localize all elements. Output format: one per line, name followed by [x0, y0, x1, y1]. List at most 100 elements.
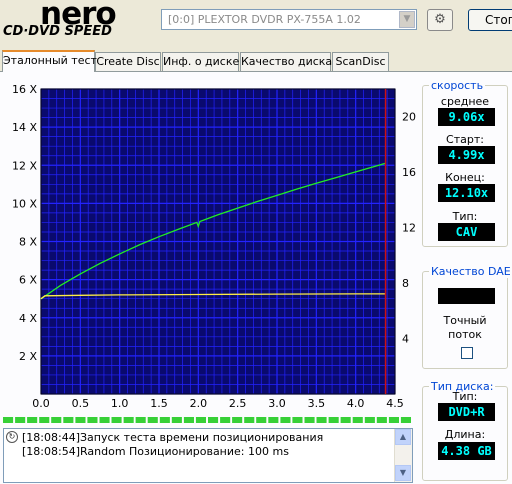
- y-left-tick-label: 14 X: [12, 121, 37, 134]
- x-tick-label: 2.5: [229, 397, 247, 410]
- accurate-stream-label-1: Точный: [443, 314, 487, 327]
- x-tick-label: 3.0: [268, 397, 286, 410]
- scroll-up-icon[interactable]: ▲: [395, 429, 411, 445]
- disc-type-value: DVD+R: [438, 403, 495, 421]
- progress-segment: [280, 417, 291, 423]
- y-right-tick-label: 8: [402, 277, 409, 290]
- progress-segment: [111, 417, 122, 423]
- progress-segment: [316, 417, 327, 423]
- y-left-tick-label: 12 X: [12, 159, 37, 172]
- progress-segment: [159, 417, 170, 423]
- start-label: Старт:: [446, 133, 484, 146]
- progress-segment: [87, 417, 98, 423]
- progress-segment: [340, 417, 351, 423]
- y-right-tick-label: 12: [402, 222, 416, 235]
- logo-sub-text: CD·DVD SPEED: [3, 24, 112, 39]
- progress-segment: [171, 417, 182, 423]
- settings-button[interactable]: ⚙: [427, 9, 453, 31]
- dae-quality-group: Качество DAE Точный поток: [422, 265, 512, 369]
- progress-segment: [63, 417, 74, 423]
- chevron-down-icon[interactable]: ▼: [399, 11, 415, 28]
- gear-icon: ⚙: [434, 12, 446, 27]
- progress-segment: [3, 417, 14, 423]
- progress-segment: [51, 417, 62, 423]
- speed-type-value: CAV: [438, 223, 495, 241]
- speed-group: скорость среднее 9.06x Старт: 4.99x Коне…: [422, 79, 508, 247]
- tab-disc-quality[interactable]: Качество диска: [240, 52, 332, 71]
- progress-segment: [123, 417, 134, 423]
- y-left-tick-label: 16 X: [12, 83, 37, 96]
- progress-segment: [256, 417, 267, 423]
- event-log[interactable]: ↻ [18:08:44]Запуск теста времени позицио…: [3, 428, 413, 483]
- y-left-tick-label: 4 X: [19, 312, 37, 325]
- progress-segment: [183, 417, 194, 423]
- progress-segment: [220, 417, 231, 423]
- progress-segment: [15, 417, 26, 423]
- drive-select-value: [0:0] PLEXTOR DVDR PX-755A 1.02: [168, 13, 361, 26]
- log-scrollbar[interactable]: ▲ ▼: [394, 429, 412, 482]
- x-tick-label: 0.5: [72, 397, 90, 410]
- log-time: [18:08:54]: [22, 445, 80, 458]
- dae-group-title: Качество DAE: [429, 265, 512, 278]
- progress-segment: [39, 417, 50, 423]
- start-speed-value: 4.99x: [438, 146, 495, 164]
- disc-length-label: Длина:: [444, 428, 486, 441]
- progress-segment: [352, 417, 363, 423]
- accurate-stream-label-2: поток: [448, 328, 482, 341]
- x-tick-label: 0.0: [32, 397, 50, 410]
- log-line: [18:08:54]Random Позиционирование: 100 m…: [22, 445, 289, 458]
- progress-segment: [304, 417, 315, 423]
- progress-segment: [135, 417, 146, 423]
- progress-bar: [3, 417, 411, 423]
- speed-group-title: скорость: [429, 79, 486, 92]
- log-text: Random Позиционирование: 100 ms: [80, 445, 289, 458]
- x-tick-label: 4.0: [347, 397, 365, 410]
- scroll-down-icon[interactable]: ▼: [395, 465, 411, 481]
- y-right-tick-label: 4: [402, 333, 409, 346]
- progress-segment: [268, 417, 279, 423]
- progress-segment: [195, 417, 206, 423]
- info-icon: ↻: [6, 431, 18, 443]
- progress-segment: [99, 417, 110, 423]
- tab-disc-info[interactable]: Инф. о диске: [162, 52, 239, 71]
- tab-scandisc[interactable]: ScanDisc: [332, 52, 389, 71]
- stop-button[interactable]: Стоп: [468, 9, 512, 31]
- average-speed-value: 9.06x: [438, 108, 495, 126]
- nero-cd-dvd-speed-logo: nero CD·DVD SPEED: [0, 0, 160, 44]
- progress-segment: [328, 417, 339, 423]
- disc-type-label: Тип:: [452, 390, 478, 403]
- y-left-tick-label: 6 X: [19, 274, 37, 287]
- log-time: [18:08:44]: [22, 431, 80, 444]
- x-tick-label: 4.5: [386, 397, 404, 410]
- progress-segment: [208, 417, 219, 423]
- log-line: [18:08:44]Запуск теста времени позициони…: [22, 431, 323, 444]
- x-tick-label: 1.0: [111, 397, 129, 410]
- end-speed-value: 12.10x: [438, 184, 495, 202]
- progress-segment: [27, 417, 38, 423]
- log-text: Запуск теста времени позиционирования: [80, 431, 324, 444]
- y-right-tick-label: 20: [402, 111, 416, 124]
- y-right-tick-label: 16: [402, 166, 416, 179]
- x-tick-label: 3.5: [308, 397, 326, 410]
- disc-length-value: 4.38 GB: [438, 442, 495, 460]
- drive-select[interactable]: [0:0] PLEXTOR DVDR PX-755A 1.02 ▼: [161, 9, 417, 30]
- speed-type-label: Тип:: [452, 210, 478, 223]
- end-label: Конец:: [445, 171, 485, 184]
- progress-segment: [232, 417, 243, 423]
- average-label: среднее: [440, 95, 490, 108]
- progress-segment: [244, 417, 255, 423]
- tab-benchmark[interactable]: Эталонный тест: [2, 50, 97, 72]
- y-left-tick-label: 10 X: [12, 197, 37, 210]
- tab-create-disc[interactable]: Create Disc: [95, 52, 161, 71]
- y-left-tick-label: 8 X: [19, 236, 37, 249]
- progress-segment: [400, 417, 411, 423]
- disc-type-group: Тип диска: Тип: DVD+R Длина: 4.38 GB: [422, 380, 508, 481]
- x-tick-label: 2.0: [190, 397, 208, 410]
- x-tick-label: 1.5: [150, 397, 168, 410]
- accurate-stream-checkbox[interactable]: [461, 347, 473, 359]
- progress-segment: [376, 417, 387, 423]
- progress-segment: [364, 417, 375, 423]
- dae-quality-value: [438, 288, 495, 304]
- progress-segment: [75, 417, 86, 423]
- progress-segment: [292, 417, 303, 423]
